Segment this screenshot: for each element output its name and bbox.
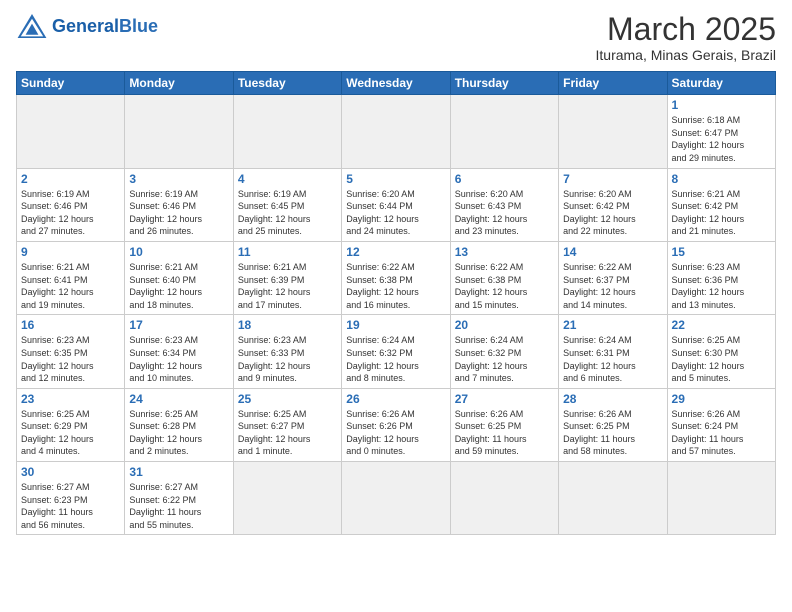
day-17: 17 Sunrise: 6:23 AMSunset: 6:34 PMDaylig… <box>125 315 233 388</box>
day-21: 21 Sunrise: 6:24 AMSunset: 6:31 PMDaylig… <box>559 315 667 388</box>
empty-cell <box>450 95 558 168</box>
day-9: 9 Sunrise: 6:21 AMSunset: 6:41 PMDayligh… <box>17 241 125 314</box>
calendar-row-4: 16 Sunrise: 6:23 AMSunset: 6:35 PMDaylig… <box>17 315 776 388</box>
header-sunday: Sunday <box>17 72 125 95</box>
weekday-header-row: Sunday Monday Tuesday Wednesday Thursday… <box>17 72 776 95</box>
day-22: 22 Sunrise: 6:25 AMSunset: 6:30 PMDaylig… <box>667 315 775 388</box>
day-28: 28 Sunrise: 6:26 AMSunset: 6:25 PMDaylig… <box>559 388 667 461</box>
day-19: 19 Sunrise: 6:24 AMSunset: 6:32 PMDaylig… <box>342 315 450 388</box>
day-3: 3 Sunrise: 6:19 AMSunset: 6:46 PMDayligh… <box>125 168 233 241</box>
calendar-table: Sunday Monday Tuesday Wednesday Thursday… <box>16 71 776 535</box>
day-8: 8 Sunrise: 6:21 AMSunset: 6:42 PMDayligh… <box>667 168 775 241</box>
empty-cell <box>233 95 341 168</box>
day-1: 1 Sunrise: 6:18 AMSunset: 6:47 PMDayligh… <box>667 95 775 168</box>
location: Iturama, Minas Gerais, Brazil <box>596 47 777 63</box>
empty-cell <box>125 95 233 168</box>
day-20: 20 Sunrise: 6:24 AMSunset: 6:32 PMDaylig… <box>450 315 558 388</box>
day-2: 2 Sunrise: 6:19 AMSunset: 6:46 PMDayligh… <box>17 168 125 241</box>
day-11: 11 Sunrise: 6:21 AMSunset: 6:39 PMDaylig… <box>233 241 341 314</box>
day-6: 6 Sunrise: 6:20 AMSunset: 6:43 PMDayligh… <box>450 168 558 241</box>
empty-cell <box>450 462 558 535</box>
empty-cell <box>667 462 775 535</box>
day-27: 27 Sunrise: 6:26 AMSunset: 6:25 PMDaylig… <box>450 388 558 461</box>
header: GeneralBlue March 2025 Iturama, Minas Ge… <box>16 12 776 63</box>
header-thursday: Thursday <box>450 72 558 95</box>
day-number: 1 <box>672 98 771 112</box>
day-29: 29 Sunrise: 6:26 AMSunset: 6:24 PMDaylig… <box>667 388 775 461</box>
day-26: 26 Sunrise: 6:26 AMSunset: 6:26 PMDaylig… <box>342 388 450 461</box>
day-18: 18 Sunrise: 6:23 AMSunset: 6:33 PMDaylig… <box>233 315 341 388</box>
empty-cell <box>17 95 125 168</box>
day-24: 24 Sunrise: 6:25 AMSunset: 6:28 PMDaylig… <box>125 388 233 461</box>
day-4: 4 Sunrise: 6:19 AMSunset: 6:45 PMDayligh… <box>233 168 341 241</box>
day-14: 14 Sunrise: 6:22 AMSunset: 6:37 PMDaylig… <box>559 241 667 314</box>
day-16: 16 Sunrise: 6:23 AMSunset: 6:35 PMDaylig… <box>17 315 125 388</box>
day-10: 10 Sunrise: 6:21 AMSunset: 6:40 PMDaylig… <box>125 241 233 314</box>
month-year: March 2025 <box>596 12 777 47</box>
logo-text: GeneralBlue <box>52 16 158 37</box>
header-friday: Friday <box>559 72 667 95</box>
empty-cell <box>233 462 341 535</box>
logo: GeneralBlue <box>16 12 158 40</box>
header-saturday: Saturday <box>667 72 775 95</box>
logo-icon <box>16 12 48 40</box>
calendar-row-5: 23 Sunrise: 6:25 AMSunset: 6:29 PMDaylig… <box>17 388 776 461</box>
empty-cell <box>559 462 667 535</box>
day-25: 25 Sunrise: 6:25 AMSunset: 6:27 PMDaylig… <box>233 388 341 461</box>
header-tuesday: Tuesday <box>233 72 341 95</box>
day-15: 15 Sunrise: 6:23 AMSunset: 6:36 PMDaylig… <box>667 241 775 314</box>
calendar-row-3: 9 Sunrise: 6:21 AMSunset: 6:41 PMDayligh… <box>17 241 776 314</box>
day-23: 23 Sunrise: 6:25 AMSunset: 6:29 PMDaylig… <box>17 388 125 461</box>
header-wednesday: Wednesday <box>342 72 450 95</box>
day-13: 13 Sunrise: 6:22 AMSunset: 6:38 PMDaylig… <box>450 241 558 314</box>
title-block: March 2025 Iturama, Minas Gerais, Brazil <box>596 12 777 63</box>
empty-cell <box>342 95 450 168</box>
day-info: Sunrise: 6:18 AMSunset: 6:47 PMDaylight:… <box>672 115 745 163</box>
day-12: 12 Sunrise: 6:22 AMSunset: 6:38 PMDaylig… <box>342 241 450 314</box>
header-monday: Monday <box>125 72 233 95</box>
day-30: 30 Sunrise: 6:27 AMSunset: 6:23 PMDaylig… <box>17 462 125 535</box>
calendar-row-2: 2 Sunrise: 6:19 AMSunset: 6:46 PMDayligh… <box>17 168 776 241</box>
day-31: 31 Sunrise: 6:27 AMSunset: 6:22 PMDaylig… <box>125 462 233 535</box>
page: GeneralBlue March 2025 Iturama, Minas Ge… <box>0 0 792 612</box>
calendar-row-6: 30 Sunrise: 6:27 AMSunset: 6:23 PMDaylig… <box>17 462 776 535</box>
empty-cell <box>342 462 450 535</box>
day-7: 7 Sunrise: 6:20 AMSunset: 6:42 PMDayligh… <box>559 168 667 241</box>
day-5: 5 Sunrise: 6:20 AMSunset: 6:44 PMDayligh… <box>342 168 450 241</box>
calendar-row-1: 1 Sunrise: 6:18 AMSunset: 6:47 PMDayligh… <box>17 95 776 168</box>
empty-cell <box>559 95 667 168</box>
